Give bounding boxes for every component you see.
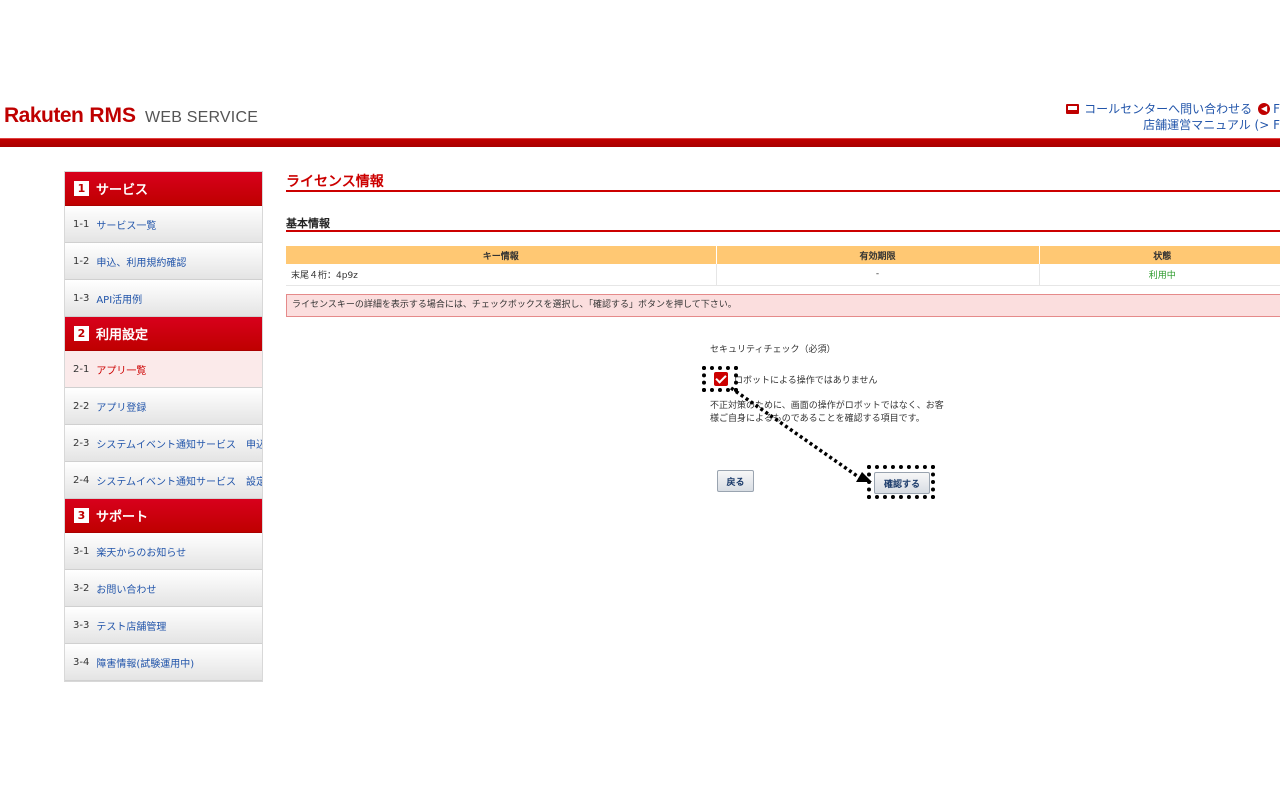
rakuten-rms-logo[interactable]: Rakuten RMS WEB SERVICE — [4, 104, 258, 128]
sidebar-item-app-list[interactable]: 2-1 アプリ一覧 — [65, 351, 262, 388]
column-header-key: キー情報 — [286, 246, 717, 264]
robot-check-row[interactable]: ロボットによる操作ではありません — [714, 372, 877, 386]
sidebar-item-label[interactable]: お問い合わせ — [96, 581, 156, 596]
notice-message: ライセンスキーの詳細を表示する場合には、チェックボックスを選択し、「確認する」ボ… — [286, 293, 1280, 317]
checkbox-highlight-annotation — [702, 366, 738, 392]
sidebar-item-label[interactable]: API活用例 — [96, 291, 142, 306]
sidebar-item-label[interactable]: システムイベント通知サービス 設定 — [96, 473, 262, 488]
sidebar-nav: 1 サービス 1-1 サービス一覧 1-2 申込、利用規約確認 1-3 API活… — [64, 171, 263, 682]
logo-rakuten-text: Rakuten — [4, 104, 84, 127]
sidebar-item-event-notify-settings[interactable]: 2-4 システムイベント通知サービス 設定 — [65, 462, 262, 499]
column-header-expiry: 有効期限 — [716, 246, 1040, 264]
sidebar-item-label[interactable]: テスト店舗管理 — [96, 618, 166, 633]
sidebar-item-number: 3-4 — [73, 656, 90, 668]
sidebar-item-contact[interactable]: 3-2 お問い合わせ — [65, 570, 262, 607]
header-back-link[interactable]: F — [1273, 101, 1280, 117]
header-links: コールセンターへ問い合わせる ◀ F 店舗運営マニュアル (> F — [1060, 101, 1280, 133]
sidebar-item-label[interactable]: アプリ一覧 — [96, 362, 146, 377]
header-red-bar — [0, 138, 1280, 147]
logo-webservice-text: WEB SERVICE — [145, 109, 259, 126]
mail-icon — [1066, 104, 1080, 114]
sidebar-section-support: 3 サポート — [65, 499, 262, 533]
sidebar-section-title: 利用設定 — [96, 328, 149, 343]
sidebar-item-number: 3-3 — [73, 619, 90, 631]
sidebar-item-number: 2-2 — [73, 400, 90, 412]
section-number-badge: 1 — [74, 181, 89, 196]
sidebar-item-test-shop[interactable]: 3-3 テスト店舗管理 — [65, 607, 262, 644]
sidebar-item-number: 3-2 — [73, 582, 90, 594]
section-title-basic-info: 基本情報 — [286, 215, 1280, 232]
logo-rms-text: RMS — [89, 104, 137, 127]
sidebar-item-number: 1-1 — [73, 218, 90, 230]
sidebar-item-application-terms[interactable]: 1-2 申込、利用規約確認 — [65, 243, 262, 280]
sidebar-item-label[interactable]: 楽天からのお知らせ — [96, 544, 186, 559]
sidebar-item-number: 1-2 — [73, 255, 90, 267]
section-number-badge: 2 — [74, 326, 89, 341]
sidebar-item-label[interactable]: 申込、利用規約確認 — [96, 254, 186, 269]
main-content: ライセンス情報 基本情報 キー情報 有効期限 状態 末尾４桁：4p9z - 利用… — [286, 171, 1280, 317]
sidebar-section-title: サービス — [96, 183, 149, 198]
back-arrow-icon[interactable]: ◀ — [1258, 103, 1271, 115]
sidebar-item-label[interactable]: アプリ登録 — [96, 399, 146, 414]
security-description: 不正対策のために、画面の操作がロボットではなく、お客様ご自身によるものであること… — [710, 401, 944, 424]
sidebar-item-number: 2-3 — [73, 437, 90, 449]
license-table: キー情報 有効期限 状態 末尾４桁：4p9z - 利用中 — [286, 246, 1280, 286]
sidebar-item-rakuten-news[interactable]: 3-1 楽天からのお知らせ — [65, 533, 262, 570]
manual-link[interactable]: 店舗運営マニュアル (> F — [1143, 118, 1280, 132]
table-row: 末尾４桁：4p9z - 利用中 — [286, 264, 1280, 286]
sidebar-section-service: 1 サービス — [65, 172, 262, 206]
sidebar-item-number: 3-1 — [73, 545, 90, 557]
sidebar-item-number: 2-1 — [73, 363, 90, 375]
status-badge: 利用中 — [1039, 264, 1280, 286]
callcenter-link[interactable]: コールセンターへ問い合わせる — [1084, 101, 1252, 117]
page-title: ライセンス情報 — [286, 171, 1280, 192]
table-header-row: キー情報 有効期限 状態 — [286, 246, 1280, 264]
cell-expiry: - — [716, 264, 1040, 286]
header: Rakuten RMS WEB SERVICE コールセンターへ問い合わせる ◀… — [0, 92, 1280, 147]
column-header-status: 状態 — [1039, 246, 1280, 264]
sidebar-item-label[interactable]: システムイベント通知サービス 申込 — [96, 436, 262, 451]
confirm-highlight-annotation — [867, 465, 935, 499]
sidebar-section-settings: 2 利用設定 — [65, 317, 262, 351]
security-check-heading: セキュリティチェック（必須） — [710, 345, 836, 355]
sidebar-item-label[interactable]: 障害情報(試験運用中) — [96, 655, 194, 670]
sidebar-item-event-notify-apply[interactable]: 2-3 システムイベント通知サービス 申込 — [65, 425, 262, 462]
sidebar-item-label[interactable]: サービス一覧 — [96, 217, 156, 232]
cell-key-info: 末尾４桁：4p9z — [286, 264, 717, 286]
sidebar-section-title: サポート — [96, 510, 149, 525]
sidebar-item-app-register[interactable]: 2-2 アプリ登録 — [65, 388, 262, 425]
sidebar-item-incident-info[interactable]: 3-4 障害情報(試験運用中) — [65, 644, 262, 681]
back-button[interactable]: 戻る — [717, 470, 754, 492]
sidebar-item-number: 2-4 — [73, 474, 90, 486]
robot-checkbox-label[interactable]: ロボットによる操作ではありません — [734, 373, 877, 386]
sidebar-item-api-examples[interactable]: 1-3 API活用例 — [65, 280, 262, 317]
section-number-badge: 3 — [74, 508, 89, 523]
sidebar-item-number: 1-3 — [73, 292, 90, 304]
sidebar-item-service-list[interactable]: 1-1 サービス一覧 — [65, 206, 262, 243]
